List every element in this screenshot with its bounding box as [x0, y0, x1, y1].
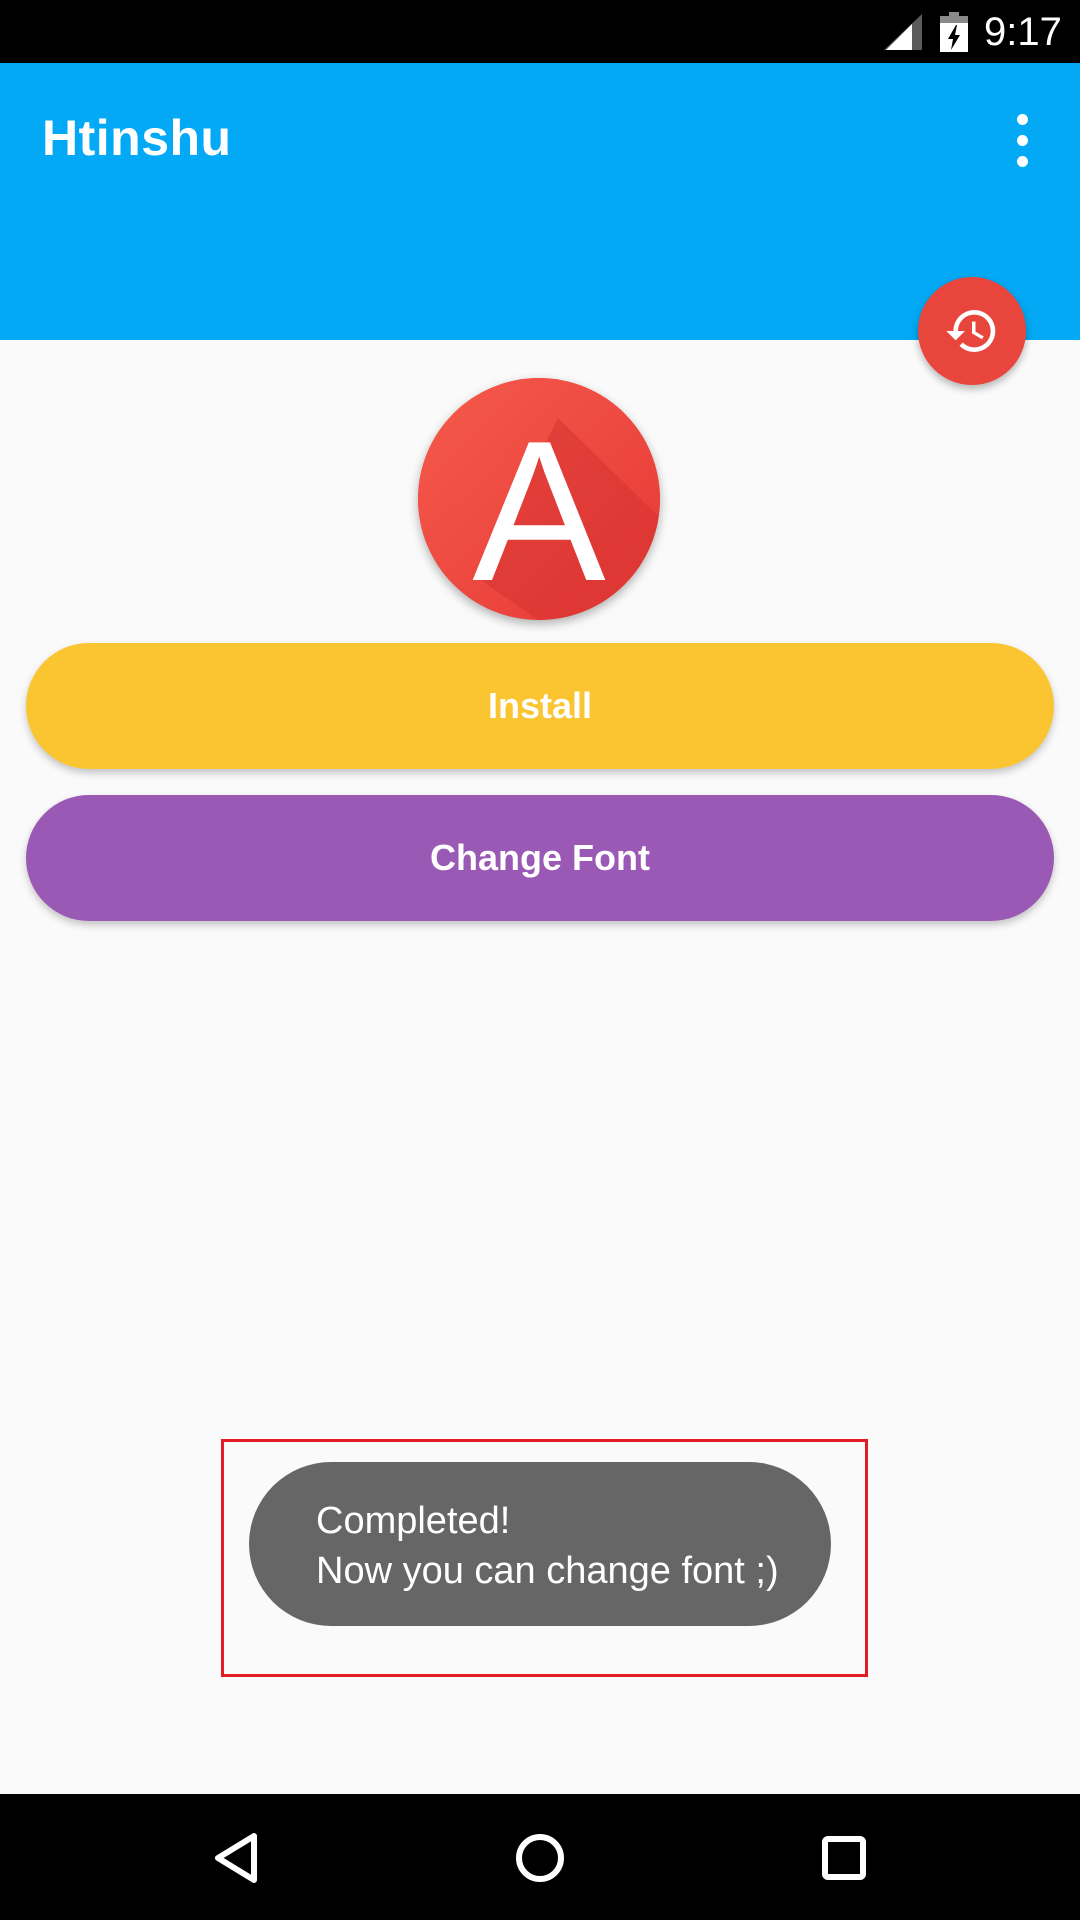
status-time: 9:17 [984, 10, 1062, 54]
navigation-bar [0, 1794, 1080, 1920]
app-logo: A [418, 378, 660, 620]
logo-letter-graphic: A [418, 378, 660, 620]
recent-apps-button[interactable] [812, 1826, 876, 1890]
history-fab-button[interactable] [918, 277, 1026, 385]
change-font-button[interactable]: Change Font [26, 795, 1054, 921]
back-button[interactable] [204, 1826, 268, 1890]
logo-letter: A [472, 400, 606, 620]
home-button[interactable] [508, 1826, 572, 1890]
more-vert-icon[interactable] [1000, 105, 1044, 175]
app-title: Htinshu [42, 110, 232, 166]
back-icon [215, 1833, 257, 1883]
app-bar: Htinshu [0, 63, 1080, 340]
menu-dot [1016, 155, 1028, 167]
signal-icon [884, 14, 922, 50]
status-bar: 9:17 [0, 0, 1080, 63]
history-icon [946, 310, 996, 353]
home-icon [516, 1834, 564, 1882]
menu-dot [1016, 113, 1028, 125]
screen: 9:17 Htinshu A Install Change Font Compl… [0, 0, 1080, 1920]
menu-dot [1016, 134, 1028, 146]
recent-apps-icon [822, 1836, 866, 1880]
toast-highlight-box [221, 1439, 868, 1677]
battery-charging-icon [940, 12, 968, 52]
install-button[interactable]: Install [26, 643, 1054, 769]
